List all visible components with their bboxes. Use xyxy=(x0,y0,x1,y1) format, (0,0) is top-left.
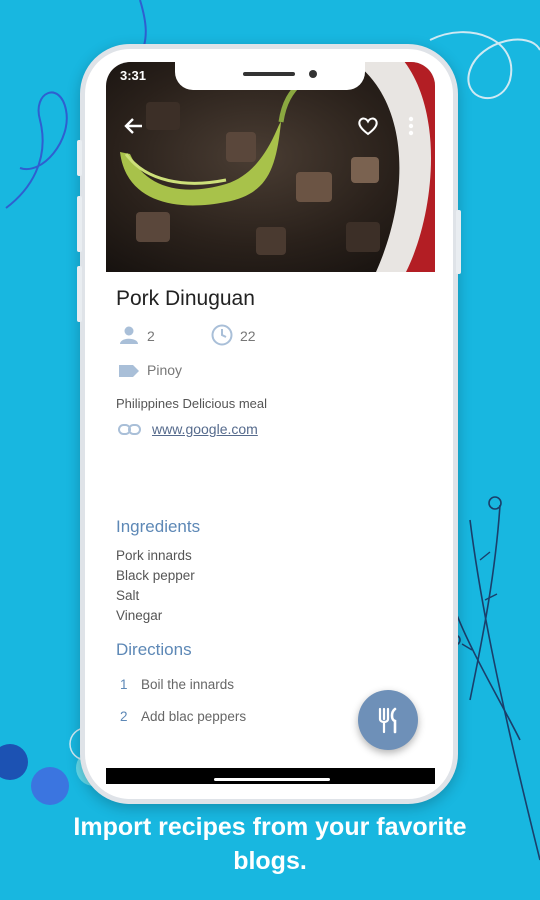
status-time: 3:31 xyxy=(120,68,147,83)
servings-value: 2 xyxy=(147,328,155,344)
caption-line: blogs. xyxy=(233,847,307,875)
link-icon xyxy=(118,424,141,435)
person-icon xyxy=(120,326,138,344)
phone-volume-button xyxy=(77,196,82,252)
direction-number: 1 xyxy=(120,677,128,692)
promo-caption: Import recipes from your favorite blogs. xyxy=(0,810,540,878)
ingredients-heading: Ingredients xyxy=(116,517,201,536)
app-screen: 3:31 Pork Dinuguan 2 22 Pinoy Philippine… xyxy=(106,62,435,784)
clock-icon xyxy=(211,324,233,346)
directions-heading: Directions xyxy=(116,640,192,659)
speaker-grille xyxy=(243,72,295,76)
caption-line: Import recipes from your favorite xyxy=(73,813,467,841)
front-camera xyxy=(309,70,317,78)
favorite-button[interactable] xyxy=(356,114,380,144)
source-link[interactable]: www.google.com xyxy=(152,421,258,437)
direction-number: 2 xyxy=(120,709,128,724)
more-vert-icon xyxy=(408,116,414,136)
recipe-description: Philippines Delicious meal xyxy=(116,396,268,411)
ingredient-item: Pork innards xyxy=(116,548,192,563)
time-value: 22 xyxy=(240,328,256,344)
phone-power-button xyxy=(456,210,461,274)
system-nav-bar xyxy=(106,768,435,784)
cutlery-icon xyxy=(378,707,397,734)
back-button[interactable] xyxy=(122,114,146,144)
category-value: Pinoy xyxy=(147,362,183,378)
cook-mode-button[interactable] xyxy=(358,690,418,750)
phone-volume-button xyxy=(77,266,82,322)
phone-side-button xyxy=(77,140,82,176)
home-indicator[interactable] xyxy=(214,778,330,781)
ingredient-item: Black pepper xyxy=(116,568,195,583)
ingredient-item: Vinegar xyxy=(116,608,163,623)
ingredient-item: Salt xyxy=(116,588,140,603)
heart-outline-icon xyxy=(358,117,378,136)
direction-step: Boil the innards xyxy=(141,677,235,692)
arrow-left-icon xyxy=(124,118,142,134)
phone-notch xyxy=(175,62,365,90)
recipe-photo: 3:31 xyxy=(106,62,435,272)
label-icon xyxy=(119,365,139,377)
recipe-title: Pork Dinuguan xyxy=(116,287,255,310)
direction-step: Add blac peppers xyxy=(141,709,247,724)
more-options-button[interactable] xyxy=(406,114,416,144)
